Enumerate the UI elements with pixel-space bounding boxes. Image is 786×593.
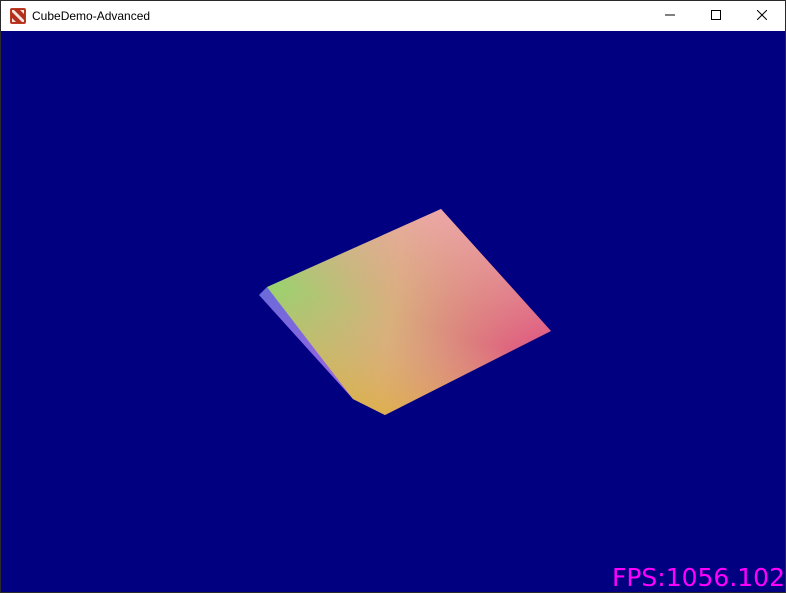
minimize-icon	[665, 7, 675, 25]
close-button[interactable]	[739, 1, 785, 31]
title-bar[interactable]: CubeDemo-Advanced	[1, 1, 785, 31]
fps-counter: FPS:1056.102	[611, 563, 785, 592]
maximize-button[interactable]	[693, 1, 739, 31]
close-icon	[756, 7, 768, 25]
maximize-icon	[711, 7, 721, 25]
render-viewport[interactable]: FPS:1056.102	[1, 31, 785, 592]
window-title: CubeDemo-Advanced	[32, 9, 151, 23]
app-window: CubeDemo-Advanced FPS:1056.102	[0, 0, 786, 593]
rendered-cube	[259, 209, 551, 415]
minimize-button[interactable]	[647, 1, 693, 31]
app-logo-icon	[10, 8, 26, 24]
